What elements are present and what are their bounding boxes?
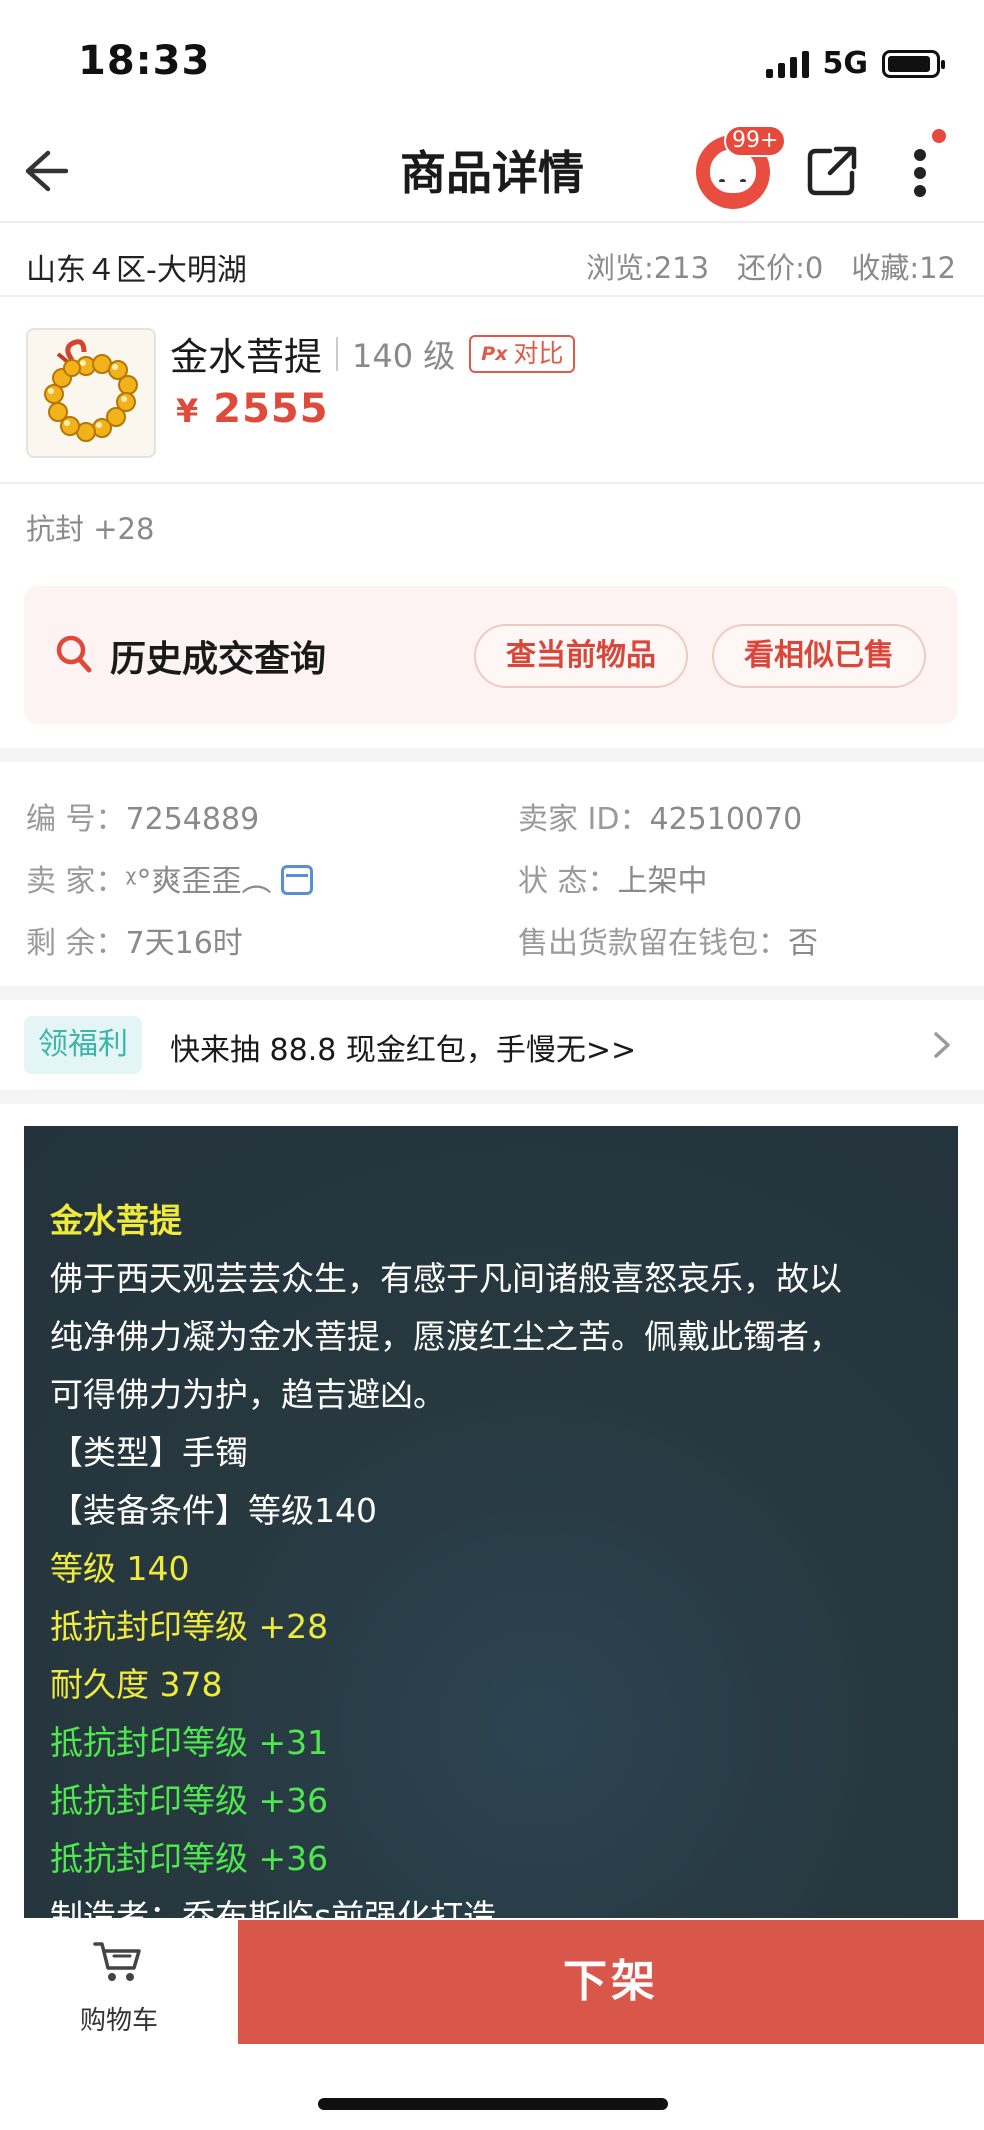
wallet-value: 否 [788,926,818,961]
title-separator [336,336,339,371]
mascot-eye-left [719,179,725,183]
attribute-summary: 抗封 +28 [26,512,155,546]
desc-lore-line: 可得佛力为护，趋吉避凶。 [50,1375,446,1414]
cart-label: 购物车 [79,2006,158,2036]
bottom-action-bar: 购物车 下架 [0,1918,984,2130]
compare-icon: Px [481,342,508,365]
history-query-card: 历史成交查询 查当前物品 看相似已售 [24,586,958,724]
status-field: 状 态：上架中 [518,856,708,900]
favorites-count: 收藏:12 [851,251,956,285]
desc-bonus-attribute: 抵抗封印等级 +31 [50,1723,329,1762]
wallet-label: 售出货款留在钱包： [518,926,788,961]
chevron-right-icon [934,1032,950,1058]
cart-button[interactable]: 购物车 [0,1918,238,2044]
battery-icon [882,49,945,78]
mascot-eye-right [740,179,746,183]
desc-type: 【类型】手镯 [50,1433,248,1472]
seller-id-field: 卖家 ID：42510070 [518,794,802,838]
more-menu-button[interactable] [900,141,940,205]
search-icon [56,635,92,673]
seller-field: 卖 家：ᵡ°爽歪歪︵ [26,856,314,900]
desc-base-attribute: 抵抗封印等级 +28 [50,1607,329,1646]
welfare-tag: 领福利 [24,1016,142,1074]
item-id-field: 编 号：7254889 [26,794,259,838]
desc-requirement: 【装备条件】等级140 [50,1491,377,1530]
desc-bonus-attribute: 抵抗封印等级 +36 [50,1781,329,1820]
product-name: 金水菩提 [170,335,323,379]
status-label: 状 态： [518,864,618,899]
navigation-bar: 商品详情 99+ [0,125,984,223]
price-value: 2555 [213,386,329,432]
view-similar-sold-button[interactable]: 看相似已售 [712,624,926,688]
status-time: 18:33 [78,38,211,84]
status-bar: 18:33 5G [0,0,984,125]
item-id-label: 编 号： [26,802,126,837]
more-vertical-icon [914,149,926,197]
section-divider [0,986,984,1000]
item-stats: 浏览:213 还价:0 收藏:12 [586,245,956,287]
desc-title: 金水菩提 [50,1201,182,1240]
remaining-value: 7天16时 [125,926,243,961]
bracelet-icon [44,339,138,442]
home-indicator[interactable] [318,2098,668,2110]
currency-symbol: ¥ [176,392,200,430]
share-icon [807,146,857,196]
server-stats-row: 山东４区-大明湖 浏览:213 还价:0 收藏:12 [0,225,984,297]
seller-label: 卖 家： [26,864,126,899]
product-level: 140 级 [352,336,456,375]
wallet-field: 售出货款留在钱包：否 [518,918,818,962]
shopping-cart-icon [93,1942,141,1981]
history-query-title[interactable]: 历史成交查询 [110,630,326,682]
product-title-row: 金水菩提 140 级 Px 对比 [170,326,576,381]
server-name: 山东４区-大明湖 [26,253,247,288]
product-price: ¥2555 [176,386,329,432]
welfare-banner[interactable]: 领福利 快来抽 88.8 现金红包，手慢无>> [0,1000,984,1090]
section-divider [0,748,984,762]
compare-button[interactable]: Px 对比 [469,334,576,373]
welfare-text: 快来抽 88.8 现金红包，手慢无>> [170,1033,637,1068]
signal-icon [765,50,809,78]
section-divider [0,1090,984,1104]
remaining-label: 剩 余： [26,926,126,961]
desc-bonus-attribute: 抵抗封印等级 +36 [50,1839,329,1878]
status-value: 上架中 [617,864,708,899]
seller-id-value: 42510070 [649,802,803,837]
item-id-value: 7254889 [125,802,260,837]
desc-level: 等级 140 [50,1549,190,1588]
seller-id-label: 卖家 ID： [518,802,650,837]
description-text: 金水菩提 佛于西天观芸芸众生，有感于凡间诸般喜怒哀乐，故以 纯净佛力凝为金水菩提… [50,1192,924,1946]
message-count-badge: 99+ [724,125,787,157]
shop-icon[interactable] [281,864,314,895]
desc-lore-line: 佛于西天观芸芸众生，有感于凡间诸般喜怒哀乐，故以 [50,1259,842,1298]
remaining-time-field: 剩 余：7天16时 [26,918,243,962]
share-button[interactable] [804,143,860,199]
network-type: 5G [822,46,869,81]
views-count: 浏览:213 [585,251,710,285]
take-off-shelf-button[interactable]: 下架 [238,1920,984,2044]
notification-dot [932,129,946,143]
product-thumbnail[interactable] [26,328,156,458]
compare-label: 对比 [513,338,564,368]
desc-durability: 耐久度 378 [50,1665,223,1704]
seller-name[interactable]: ᵡ°爽歪歪︵ [126,864,272,899]
status-indicators: 5G [765,46,945,81]
product-summary: 金水菩提 140 级 Px 对比 ¥2555 [0,300,984,484]
desc-lore-line: 纯净佛力凝为金水菩提，愿渡红尘之苦。佩戴此镯者， [50,1317,842,1356]
bargain-count: 还价:0 [737,251,824,285]
check-current-item-button[interactable]: 查当前物品 [474,624,688,688]
item-detail-page: 18:33 5G 商品详情 99+ 山东４区-大明湖 浏览:213 还价:0 收… [0,0,984,2130]
